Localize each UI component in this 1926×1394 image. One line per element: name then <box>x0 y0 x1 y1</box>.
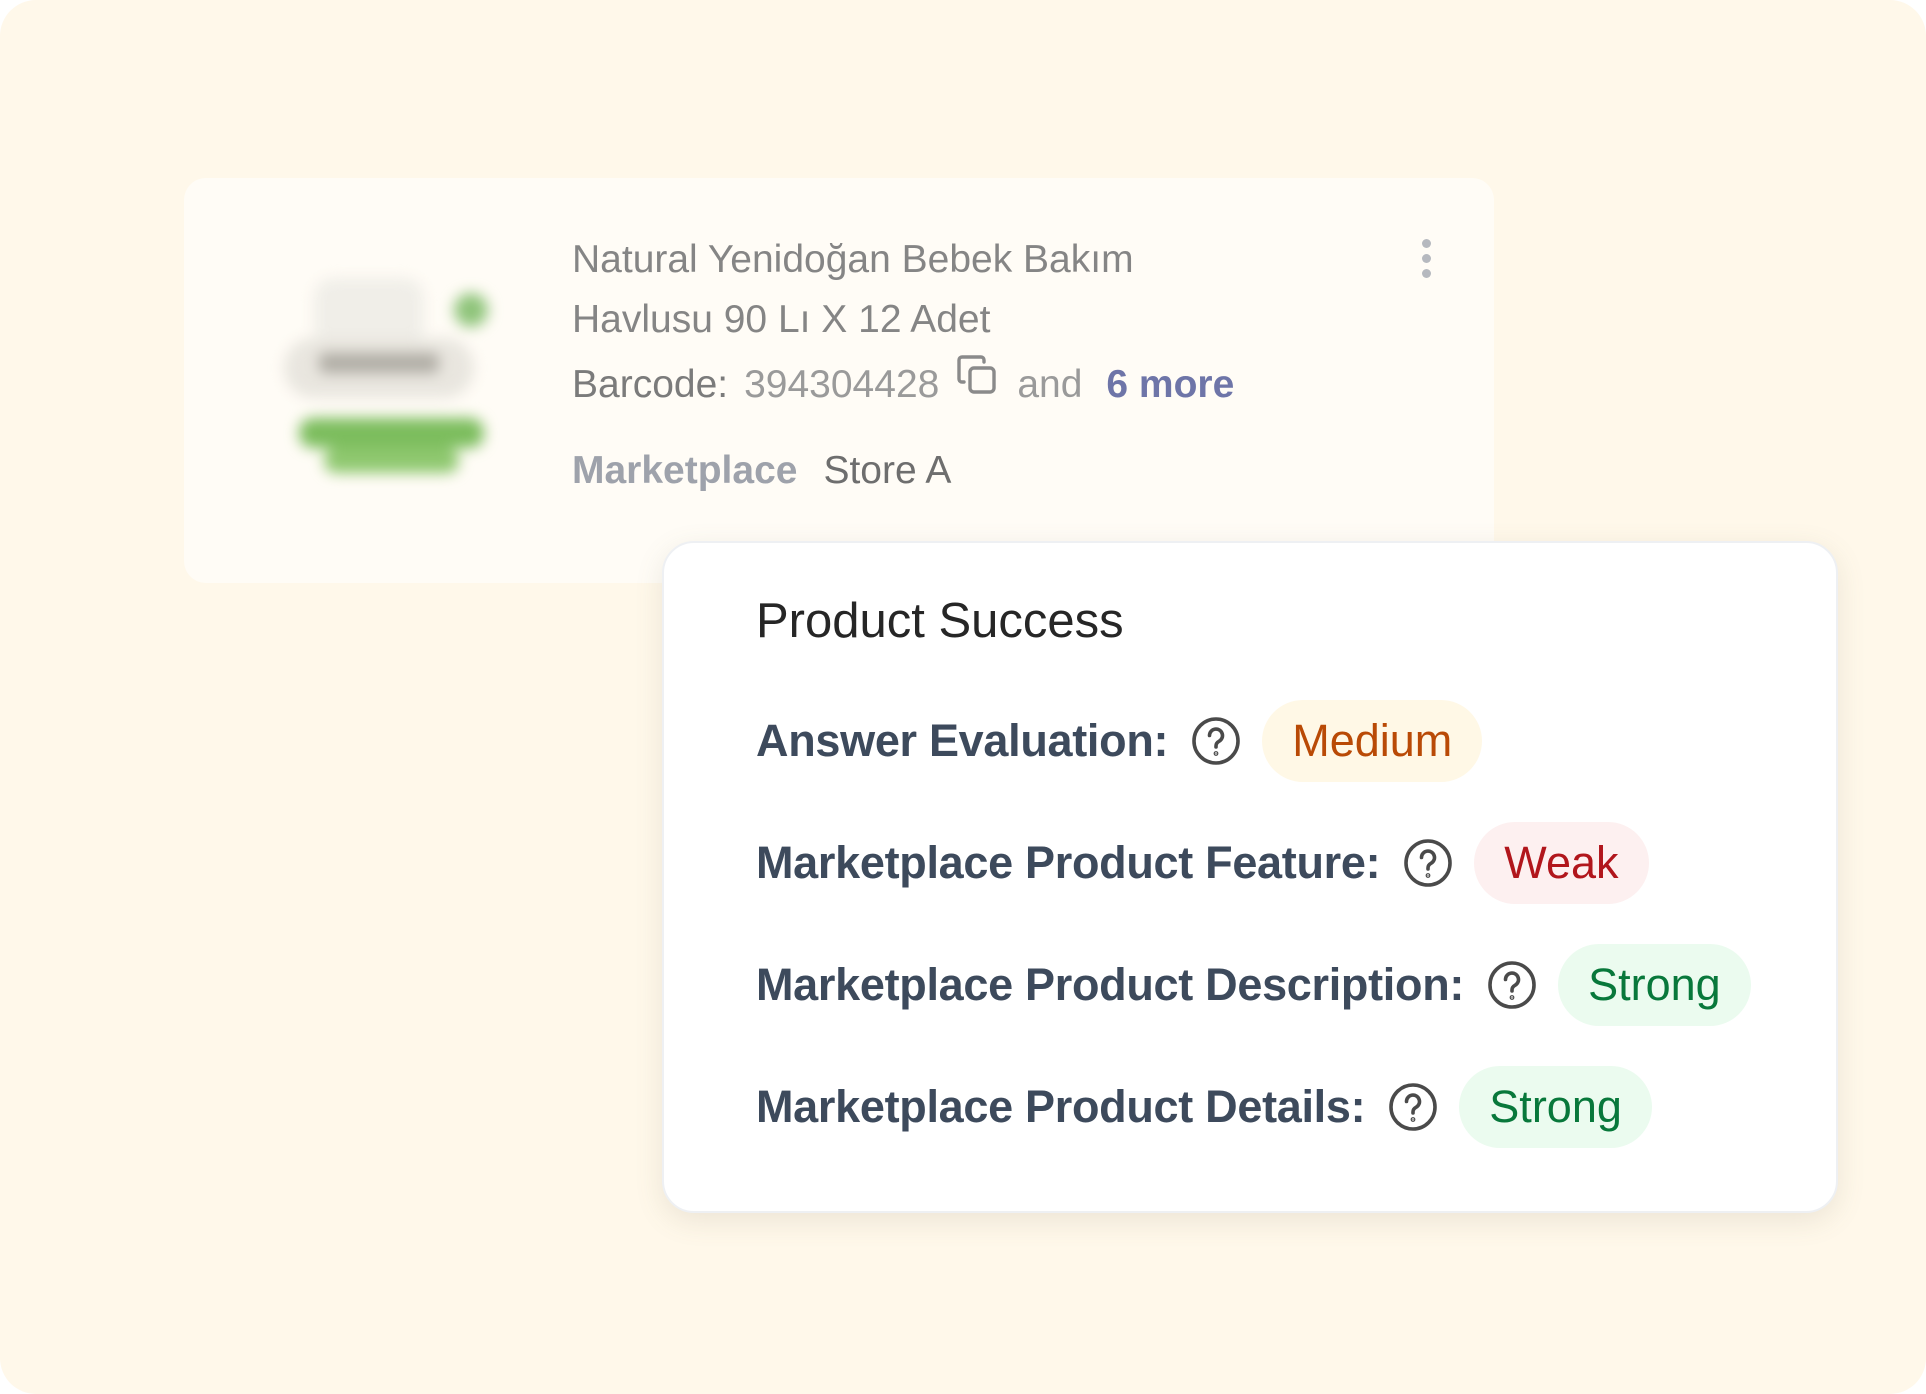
rating-badge-medium: Medium <box>1262 700 1483 782</box>
metric-label: Marketplace Product Feature: <box>756 837 1381 888</box>
kebab-menu-icon[interactable] <box>1416 230 1436 286</box>
metric-product-feature: Marketplace Product Feature: Weak <box>756 821 1649 905</box>
metric-label: Answer Evaluation: <box>756 715 1169 766</box>
rating-badge-strong: Strong <box>1558 944 1751 1026</box>
product-title-line-1: Natural Yenidoğan Bebek Bakım <box>572 238 1134 281</box>
question-circle-icon[interactable] <box>1387 1081 1439 1133</box>
barcode-row: Barcode: 394304428 and 6 more <box>572 355 1234 410</box>
product-card: Natural Yenidoğan Bebek Bakım Havlusu 90… <box>184 178 1494 583</box>
marketplace-label: Marketplace <box>572 449 798 492</box>
metric-product-description: Marketplace Product Description: Strong <box>756 943 1751 1027</box>
product-image <box>254 268 504 498</box>
rating-badge-weak: Weak <box>1474 822 1649 904</box>
product-success-panel: Product Success Answer Evaluation: Mediu… <box>662 541 1838 1213</box>
canvas-background: Natural Yenidoğan Bebek Bakım Havlusu 90… <box>0 0 1926 1394</box>
rating-badge-strong: Strong <box>1459 1066 1652 1148</box>
copy-icon[interactable] <box>955 353 999 397</box>
question-circle-icon[interactable] <box>1402 837 1454 889</box>
barcode-label: Barcode: <box>572 363 729 406</box>
question-circle-icon[interactable] <box>1486 959 1538 1011</box>
marketplace-value: Store A <box>823 449 952 492</box>
more-barcodes-link[interactable]: 6 more <box>1106 363 1234 407</box>
panel-title: Product Success <box>756 594 1124 648</box>
metric-answer-evaluation: Answer Evaluation: Medium <box>756 699 1483 783</box>
metric-product-details: Marketplace Product Details: Strong <box>756 1065 1652 1149</box>
metric-label: Marketplace Product Details: <box>756 1081 1366 1132</box>
metric-label: Marketplace Product Description: <box>756 959 1465 1010</box>
product-title: Natural Yenidoğan Bebek Bakım Havlusu 90… <box>572 230 1272 350</box>
product-title-line-2: Havlusu 90 Lı X 12 Adet <box>572 298 991 341</box>
question-circle-icon[interactable] <box>1190 715 1242 767</box>
marketplace-row: Marketplace Store A <box>572 446 951 496</box>
barcode-value: 394304428 <box>744 363 940 406</box>
and-text: and <box>1017 363 1083 406</box>
